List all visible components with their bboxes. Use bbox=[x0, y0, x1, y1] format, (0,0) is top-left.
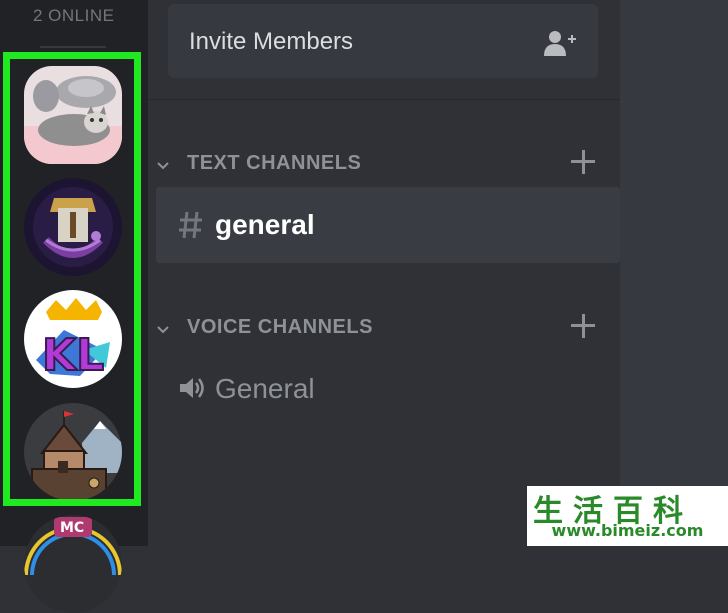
main-content-area bbox=[620, 0, 728, 546]
channel-general-voice[interactable]: General bbox=[156, 351, 620, 427]
add-text-channel-plus-icon[interactable] bbox=[570, 149, 596, 180]
channel-sidebar: Invite Members TEXT CHANNELS general VOI… bbox=[148, 0, 620, 546]
add-voice-channel-plus-icon[interactable] bbox=[570, 313, 596, 344]
invite-members-button[interactable]: Invite Members bbox=[168, 4, 598, 78]
invite-members-label: Invite Members bbox=[189, 28, 354, 55]
category-voice-channels-label: VOICE CHANNELS bbox=[187, 316, 373, 338]
online-count: 2 ONLINE bbox=[33, 6, 115, 25]
channel-general-text-label: general bbox=[215, 209, 315, 240]
category-text-channels-label: TEXT CHANNELS bbox=[187, 152, 362, 174]
chevron-down-icon bbox=[156, 322, 170, 340]
add-user-icon bbox=[544, 30, 578, 61]
channel-general-voice-label: General bbox=[215, 373, 315, 404]
mc-logo-letters: MC bbox=[60, 520, 84, 536]
server-rail: 2 ONLINE KL MC bbox=[0, 0, 148, 613]
sidebar-divider bbox=[148, 99, 620, 100]
chevron-down-icon bbox=[156, 158, 170, 176]
watermark-logo: 生活百科 www.bimeiz.com bbox=[527, 486, 728, 546]
speaker-icon bbox=[178, 374, 206, 407]
mc-logo-image: MC bbox=[24, 515, 122, 613]
watermark-url: www.bimeiz.com bbox=[551, 521, 704, 540]
rail-divider bbox=[40, 46, 106, 48]
category-voice-channels[interactable]: VOICE CHANNELS bbox=[156, 313, 596, 343]
category-text-channels[interactable]: TEXT CHANNELS bbox=[156, 149, 596, 179]
server-icon-mc[interactable]: MC bbox=[24, 515, 122, 613]
server-list-highlight bbox=[3, 52, 141, 506]
channel-general-text[interactable]: general bbox=[156, 187, 620, 263]
hash-icon bbox=[178, 210, 204, 245]
